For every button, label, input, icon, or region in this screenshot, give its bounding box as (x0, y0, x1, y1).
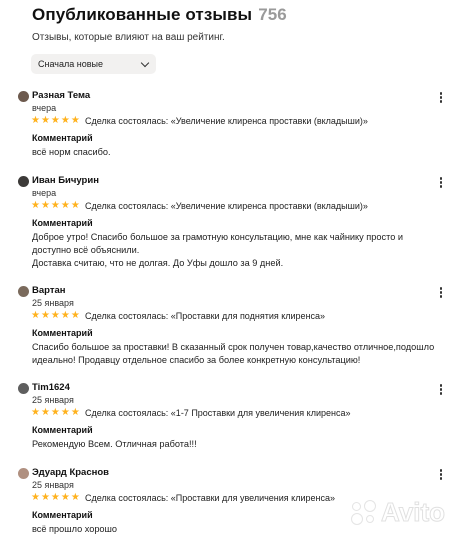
more-icon[interactable] (439, 92, 443, 104)
rating-stars: ★★★★★ (31, 407, 81, 418)
avatar[interactable] (18, 91, 29, 102)
comment-text: Доброе утро! Спасибо большое за грамотну… (32, 232, 403, 268)
reviews-count: 756 (258, 5, 287, 24)
rating-stars: ★★★★★ (31, 115, 81, 126)
review-card: Иван Бичурин вчера ★★★★★ Сделка состояла… (18, 174, 443, 268)
watermark-text: Avito (380, 497, 445, 528)
review-card: Tim1624 25 января ★★★★★ Сделка состоялас… (18, 381, 443, 471)
chevron-down-icon (140, 58, 150, 68)
sort-dropdown[interactable]: Сначала новые (31, 54, 156, 74)
review-deal: Сделка состоялась: «1-7 Проставки для ув… (85, 408, 351, 418)
page-header: Опубликованные отзывы 756 (32, 5, 447, 25)
more-icon[interactable] (439, 177, 443, 189)
review-date: 25 января (32, 395, 74, 405)
more-icon[interactable] (439, 287, 443, 299)
comment-label: Комментарий (32, 218, 93, 228)
review-date: вчера (32, 103, 57, 113)
comment-label: Комментарий (32, 133, 93, 143)
comment-label: Комментарий (32, 425, 93, 435)
review-author[interactable]: Эдуард Краснов (32, 467, 109, 478)
page-subtitle: Отзывы, которые влияют на ваш рейтинг. (32, 32, 225, 43)
avatar[interactable] (18, 176, 29, 187)
comment-label: Комментарий (32, 510, 93, 520)
rating-stars: ★★★★★ (31, 492, 81, 503)
review-deal: Сделка состоялась: «Проставки для поднят… (85, 311, 326, 321)
avatar[interactable] (18, 383, 29, 394)
review-author[interactable]: Иван Бичурин (32, 175, 99, 186)
page-title: Опубликованные отзывы 756 (32, 5, 447, 25)
review-date: 25 января (32, 480, 74, 490)
avito-logo-icon (350, 499, 377, 526)
rating-stars: ★★★★★ (31, 310, 81, 321)
review-author[interactable]: Вартан (32, 285, 66, 296)
avito-watermark: Avito (350, 497, 446, 528)
more-icon[interactable] (439, 469, 443, 481)
review-deal: Сделка состоялась: «Увеличение клиренса … (85, 116, 368, 126)
review-deal: Сделка состоялась: «Проставки для увелич… (85, 493, 335, 503)
review-author[interactable]: Разная Тема (32, 90, 90, 101)
review-date: 25 января (32, 298, 74, 308)
review-date: вчера (32, 188, 57, 198)
page-title-text: Опубликованные отзывы (32, 5, 253, 24)
avatar[interactable] (18, 468, 29, 479)
rating-stars: ★★★★★ (31, 200, 81, 211)
comment-text: Спасибо большое за проставки! В сказанны… (32, 342, 435, 365)
review-deal: Сделка состоялась: «Увеличение клиренса … (85, 201, 368, 211)
review-author[interactable]: Tim1624 (32, 382, 70, 393)
review-card: Разная Тема вчера ★★★★★ Сделка состоялас… (18, 89, 443, 179)
more-icon[interactable] (439, 384, 443, 396)
comment-text: всё норм спасибо. (32, 147, 111, 157)
comment-label: Комментарий (32, 328, 93, 338)
avatar[interactable] (18, 286, 29, 297)
sort-dropdown-value: Сначала новые (38, 59, 103, 69)
comment-text: Рекомендую Всем. Отличная работа!!! (32, 439, 197, 449)
review-card: Вартан 25 января ★★★★★ Сделка состоялась… (18, 284, 443, 374)
